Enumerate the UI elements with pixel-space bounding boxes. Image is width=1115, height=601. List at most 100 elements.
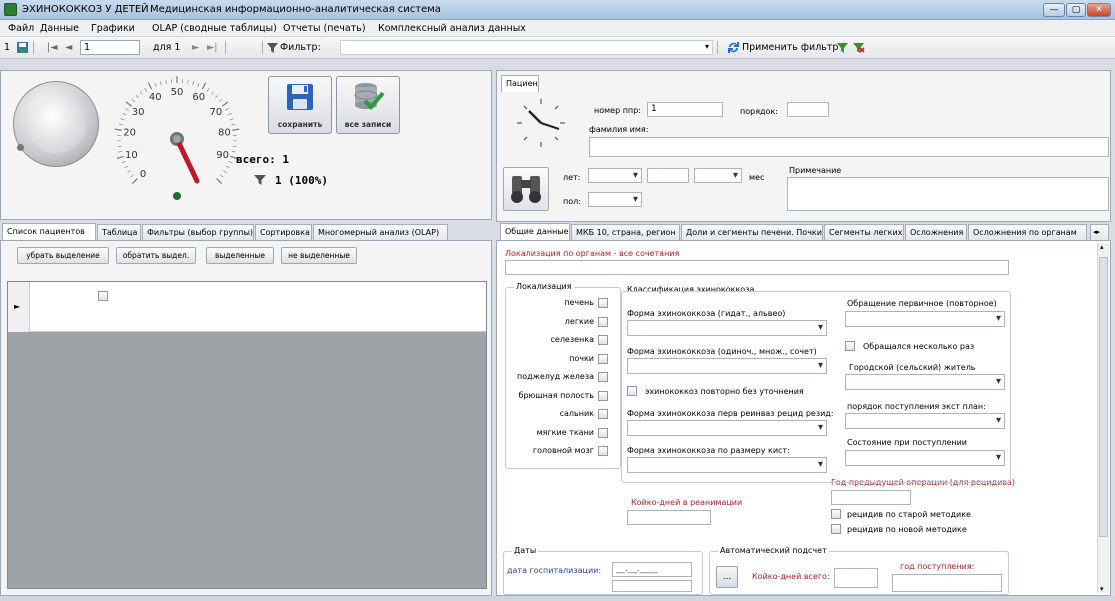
organ-checkbox[interactable]: [598, 446, 608, 456]
all-records-button[interactable]: все записи: [336, 76, 400, 134]
icu-days-field[interactable]: [627, 510, 711, 525]
relapse-old-checkbox[interactable]: [831, 509, 841, 519]
menu-charts[interactable]: Графики: [91, 23, 135, 34]
nav-last-button[interactable]: ►|: [207, 42, 218, 53]
tab-liver[interactable]: Доли и сегменты печени. Почки.: [681, 224, 823, 240]
sex-label: пол:: [563, 197, 581, 206]
menu-reports[interactable]: Отчеты (печать): [283, 23, 366, 34]
dates-group: Даты дата госпитализации: __.__.____: [503, 546, 703, 595]
organ-checkbox[interactable]: [598, 353, 608, 364]
nav-prev-button[interactable]: ◄: [65, 42, 72, 53]
gauge-tick-mark: [118, 123, 123, 126]
filter-green-icon[interactable]: [836, 41, 849, 54]
dates-group-title: Даты: [512, 546, 539, 555]
tab-table[interactable]: Таблица: [97, 224, 141, 240]
organ-checkbox[interactable]: [598, 298, 608, 308]
detail-scrollbar[interactable]: ▴ ▾: [1097, 243, 1109, 593]
menu-analysis[interactable]: Комплексный анализ данных: [378, 23, 526, 34]
note-field[interactable]: [787, 177, 1109, 211]
relapse-new-checkbox[interactable]: [831, 524, 841, 534]
age-years-select[interactable]: [588, 168, 642, 183]
year-admission-field[interactable]: [892, 574, 1002, 592]
tab-filters[interactable]: Фильтры (выбор группы): [142, 224, 254, 240]
record-input[interactable]: 1: [80, 40, 140, 55]
save-button[interactable]: сохранить: [268, 76, 332, 134]
invert-selection-button[interactable]: обратить выдел.: [116, 247, 196, 264]
tab-complications[interactable]: Осложнения: [905, 224, 967, 240]
organ-checkbox[interactable]: [598, 372, 608, 382]
save-button-label: сохранить: [277, 120, 323, 129]
gauge-tick-mark: [117, 145, 122, 147]
tab-scroll-arrows[interactable]: ◂▸: [1090, 224, 1109, 240]
row-checkbox[interactable]: [98, 291, 108, 301]
organ-checkbox[interactable]: [598, 390, 608, 401]
filter-dropdown-icon[interactable]: ▾: [705, 42, 709, 51]
gauge-tick-label: 40: [149, 92, 162, 103]
filter-clear-icon[interactable]: [852, 41, 865, 54]
tab-icd[interactable]: МКБ 10, страна, регион: [571, 224, 680, 240]
apply-filter-button[interactable]: Применить фильтр: [742, 42, 838, 53]
sex-select[interactable]: [588, 192, 642, 207]
tab-sorting[interactable]: Сортировка: [255, 224, 312, 240]
scroll-thumb[interactable]: [1099, 257, 1108, 537]
gauge-tick-mark: [223, 170, 227, 173]
menu-data[interactable]: Данные: [40, 23, 79, 34]
row-header[interactable]: ►: [8, 282, 30, 332]
prev-op-year-field[interactable]: [831, 490, 911, 505]
gauge-tick-mark: [225, 165, 230, 169]
organ-label: брюшная полость: [518, 390, 594, 400]
organ-checkbox[interactable]: [598, 409, 608, 419]
gauge-tick-mark: [154, 83, 157, 88]
maximize-button[interactable]: ▢: [1066, 3, 1086, 17]
organ-checkbox[interactable]: [598, 316, 608, 327]
age-months-field[interactable]: [647, 168, 689, 183]
status-bar: [0, 596, 1115, 601]
number-field[interactable]: 1: [647, 102, 723, 117]
second-date-field[interactable]: [612, 580, 692, 592]
rotary-knob[interactable]: [13, 81, 99, 167]
months-select[interactable]: [694, 168, 742, 183]
localization-field[interactable]: [505, 260, 1009, 275]
filtered-count: 1 (100%): [275, 174, 328, 187]
organ-label: печень: [564, 298, 594, 307]
scroll-down-icon[interactable]: ▾: [1100, 585, 1104, 593]
menu-olap[interactable]: OLAP (сводные таблицы): [152, 23, 277, 34]
save-small-icon[interactable]: [16, 41, 29, 54]
close-button[interactable]: ✕: [1087, 3, 1111, 17]
tab-general[interactable]: Общие данные: [500, 223, 570, 240]
nav-next-button[interactable]: ►: [192, 42, 199, 53]
tab-olap[interactable]: Многомерный анализ (OLAP): [313, 224, 448, 240]
filter-input[interactable]: [340, 40, 713, 55]
minimize-button[interactable]: —: [1043, 3, 1065, 17]
table-row[interactable]: ►: [8, 282, 486, 332]
gauge-tick-mark: [216, 178, 222, 184]
tab-patient[interactable]: Пациент: [501, 75, 539, 92]
organ-checkbox[interactable]: [598, 427, 608, 438]
scroll-up-icon[interactable]: ▴: [1100, 243, 1104, 251]
tab-lungs[interactable]: Сегменты легких: [824, 224, 904, 240]
gauge-tick-mark: [221, 101, 229, 107]
selected-button[interactable]: выделенные: [206, 247, 274, 264]
nav-first-button[interactable]: |◄: [47, 42, 58, 53]
patient-list-panel: убрать выделение обратить выдел. выделен…: [0, 240, 492, 596]
menu-file[interactable]: Файл: [8, 23, 34, 34]
calc-button[interactable]: ...: [716, 566, 738, 588]
all-records-label: все записи: [344, 120, 392, 129]
year-admission-label: год поступления:: [900, 562, 975, 571]
hosp-date-field[interactable]: __.__.____: [612, 562, 692, 577]
order-field[interactable]: [787, 102, 829, 117]
gauge-tick-mark: [125, 108, 129, 111]
clear-selection-button[interactable]: убрать выделение: [17, 247, 109, 264]
binoculars-button[interactable]: [503, 167, 549, 211]
gauge-tick-mark: [211, 91, 215, 95]
tab-patient-list[interactable]: Список пациентов: [2, 223, 96, 240]
tab-organ-complications[interactable]: Осложнения по органам: [968, 224, 1087, 240]
name-field[interactable]: [589, 137, 1109, 157]
clock-icon: [517, 99, 565, 147]
organ-label: поджелуд железа: [516, 372, 594, 381]
toolbar: 1 |◄ ◄ 1 для 1 ► ►| Фильтр: ▾ Применить …: [0, 37, 1115, 59]
bed-days-total-field[interactable]: [834, 568, 878, 588]
not-selected-button[interactable]: не выделенные: [281, 247, 357, 264]
organ-checkbox[interactable]: [598, 335, 608, 345]
general-data-panel: Локализация по органам - все сочетания Л…: [496, 240, 1111, 596]
